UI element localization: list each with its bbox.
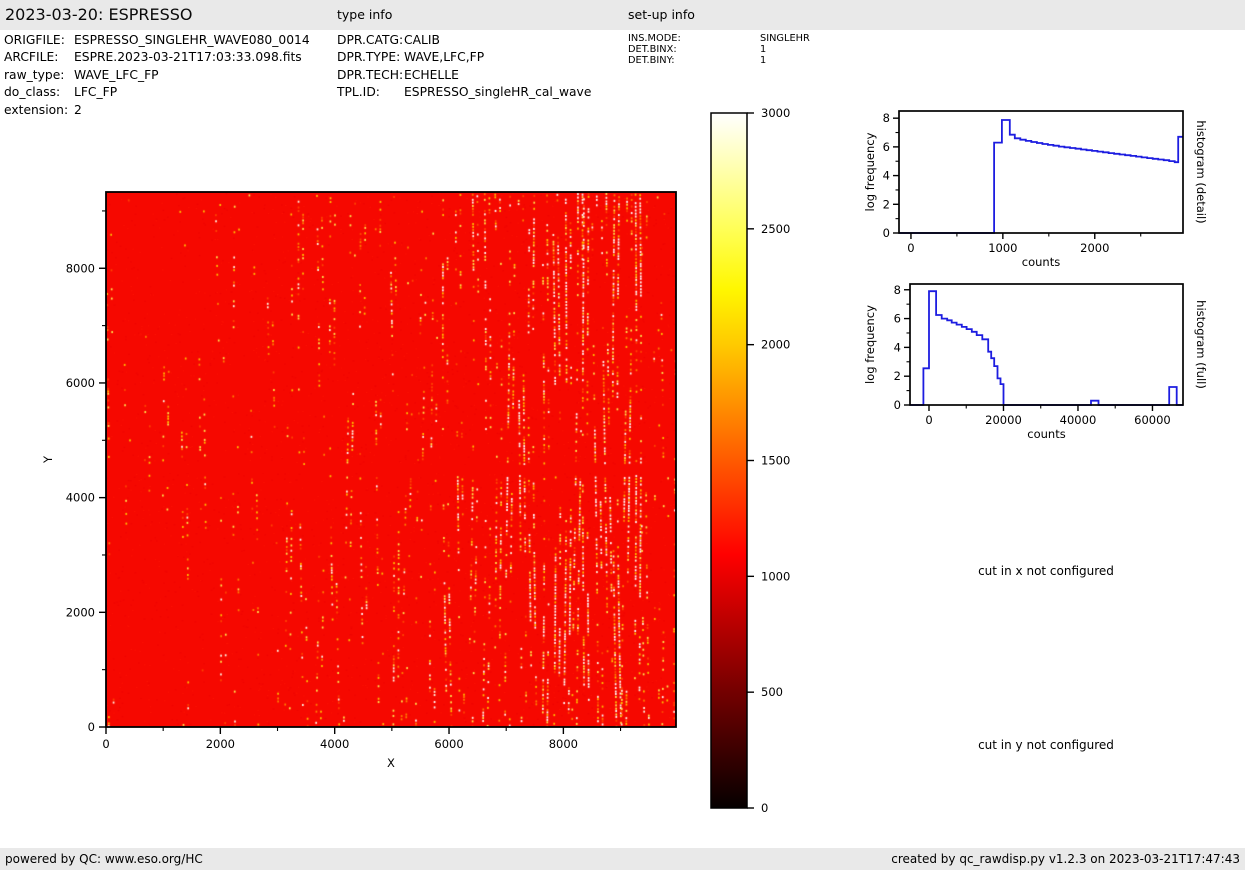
type-info-row-dprcatg: DPR.CATG:CALIB <box>337 32 591 49</box>
dprcatg-value: CALIB <box>404 33 440 47</box>
origfile-label: ORIGFILE: <box>4 32 74 49</box>
tplid-label: TPL.ID: <box>337 84 404 101</box>
file-info-row-extension: extension:2 <box>4 102 310 119</box>
svg-text:2000: 2000 <box>1080 241 1109 255</box>
svg-text:500: 500 <box>761 685 783 699</box>
setup-info-row-detbinx: DET.BINX:1 <box>628 44 810 55</box>
qc-rawdisp-page: { "header": { "title": "2023-03-20: ESPR… <box>0 0 1245 870</box>
svg-text:2500: 2500 <box>761 222 790 236</box>
svg-text:40000: 40000 <box>1060 413 1097 427</box>
svg-text:8000: 8000 <box>66 261 95 275</box>
svg-text:histogram (full): histogram (full) <box>1194 300 1208 389</box>
svg-text:2: 2 <box>894 369 901 383</box>
svg-text:20000: 20000 <box>985 413 1022 427</box>
type-info-row-dprtech: DPR.TECH:ECHELLE <box>337 67 591 84</box>
file-info-row-arcfile: ARCFILE:ESPRE.2023-03-21T17:03:33.098.fi… <box>4 49 310 66</box>
svg-text:0: 0 <box>88 720 95 734</box>
cut-x-message: cut in x not configured <box>978 564 1114 578</box>
detbiny-label: DET.BINY: <box>628 55 760 66</box>
svg-text:0: 0 <box>883 226 890 240</box>
dprcatg-label: DPR.CATG: <box>337 32 404 49</box>
svg-text:6000: 6000 <box>66 376 95 390</box>
svg-text:2000: 2000 <box>206 737 235 751</box>
arcfile-label: ARCFILE: <box>4 49 74 66</box>
svg-text:0: 0 <box>925 413 932 427</box>
file-info-row-rawtype: raw_type:WAVE_LFC_FP <box>4 67 310 84</box>
origfile-value: ESPRESSO_SINGLEHR_WAVE080_0014 <box>74 33 310 47</box>
svg-text:1000: 1000 <box>761 569 790 583</box>
svg-text:1500: 1500 <box>761 454 790 468</box>
setup-info-row-detbiny: DET.BINY:1 <box>628 55 810 66</box>
svg-text:8000: 8000 <box>549 737 578 751</box>
dprtech-label: DPR.TECH: <box>337 67 404 84</box>
doclass-value: LFC_FP <box>74 85 117 99</box>
type-info-block: DPR.CATG:CALIB DPR.TYPE:WAVE,LFC,FP DPR.… <box>337 32 591 102</box>
raw-detector-image <box>106 192 676 727</box>
rawtype-value: WAVE_LFC_FP <box>74 68 159 82</box>
svg-text:1000: 1000 <box>988 241 1017 255</box>
insmode-value: SINGLEHR <box>760 33 810 44</box>
svg-text:8: 8 <box>883 111 890 125</box>
svg-text:2000: 2000 <box>761 338 790 352</box>
svg-text:log frequency: log frequency <box>863 132 877 211</box>
svg-text:2: 2 <box>883 197 890 211</box>
detbiny-value: 1 <box>760 55 766 66</box>
file-info-row-doclass: do_class:LFC_FP <box>4 84 310 101</box>
type-info-heading: type info <box>337 0 392 30</box>
svg-text:4: 4 <box>894 340 901 354</box>
header-bar: 2023-03-20: ESPRESSO type info set-up in… <box>0 0 1245 30</box>
setup-info-row-insmode: INS.MODE:SINGLEHR <box>628 33 810 44</box>
setup-info-heading: set-up info <box>628 0 695 30</box>
svg-text:0: 0 <box>761 801 768 815</box>
svg-text:X: X <box>387 756 395 770</box>
svg-text:6: 6 <box>894 312 901 326</box>
extension-label: extension: <box>4 102 74 119</box>
tplid-value: ESPRESSO_singleHR_cal_wave <box>404 85 591 99</box>
svg-text:Y: Y <box>41 455 55 464</box>
arcfile-value: ESPRE.2023-03-21T17:03:33.098.fits <box>74 50 302 64</box>
file-info-row-origfile: ORIGFILE:ESPRESSO_SINGLEHR_WAVE080_0014 <box>4 32 310 49</box>
type-info-row-dprtype: DPR.TYPE:WAVE,LFC,FP <box>337 49 591 66</box>
svg-text:3000: 3000 <box>761 106 790 120</box>
dprtype-label: DPR.TYPE: <box>337 49 404 66</box>
doclass-label: do_class: <box>4 84 74 101</box>
svg-text:log frequency: log frequency <box>863 305 877 384</box>
insmode-label: INS.MODE: <box>628 33 760 44</box>
svg-text:0: 0 <box>907 241 914 255</box>
svg-text:0: 0 <box>894 398 901 412</box>
cut-y-message: cut in y not configured <box>978 738 1114 752</box>
svg-text:4000: 4000 <box>66 491 95 505</box>
svg-text:4000: 4000 <box>320 737 349 751</box>
svg-text:8: 8 <box>894 283 901 297</box>
type-info-row-tplid: TPL.ID:ESPRESSO_singleHR_cal_wave <box>337 84 591 101</box>
setup-info-block: INS.MODE:SINGLEHR DET.BINX:1 DET.BINY:1 <box>628 33 810 66</box>
dprtype-value: WAVE,LFC,FP <box>404 50 484 64</box>
detbinx-value: 1 <box>760 44 766 55</box>
svg-text:60000: 60000 <box>1134 413 1171 427</box>
page-title: 2023-03-20: ESPRESSO <box>5 0 193 30</box>
file-info-block: ORIGFILE:ESPRESSO_SINGLEHR_WAVE080_0014 … <box>4 32 310 119</box>
detbinx-label: DET.BINX: <box>628 44 760 55</box>
svg-text:counts: counts <box>1027 427 1065 441</box>
footer-credit-left: powered by QC: www.eso.org/HC <box>5 848 203 870</box>
footer-credit-right: created by qc_rawdisp.py v1.2.3 on 2023-… <box>891 848 1240 870</box>
colorbar <box>711 113 747 808</box>
svg-text:6000: 6000 <box>434 737 463 751</box>
dprtech-value: ECHELLE <box>404 68 459 82</box>
rawtype-label: raw_type: <box>4 67 74 84</box>
svg-text:histogram (detail): histogram (detail) <box>1194 120 1208 223</box>
svg-text:4: 4 <box>883 169 890 183</box>
svg-text:6: 6 <box>883 140 890 154</box>
svg-text:2000: 2000 <box>66 605 95 619</box>
extension-value: 2 <box>74 103 82 117</box>
svg-text:0: 0 <box>102 737 109 751</box>
svg-text:counts: counts <box>1022 255 1060 269</box>
footer-bar: powered by QC: www.eso.org/HC created by… <box>0 848 1245 870</box>
